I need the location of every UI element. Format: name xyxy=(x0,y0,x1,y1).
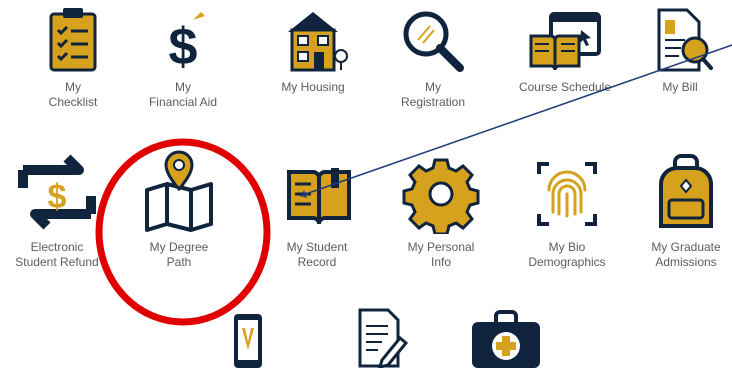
open-book-icon xyxy=(287,168,351,225)
tile-electronic-student-refund[interactable]: $ Electronic Student Refund xyxy=(2,150,112,270)
tile-mobile-app[interactable] xyxy=(218,312,278,376)
clipboard-checklist-icon xyxy=(49,8,97,72)
bill-search-icon xyxy=(657,8,713,72)
tile-label: My Bill xyxy=(662,80,698,94)
tile-my-graduate-admissions[interactable]: My Graduate Admissions xyxy=(640,150,732,270)
tile-label: My Registration xyxy=(400,80,466,109)
medical-kit-icon xyxy=(472,310,540,368)
tile-my-financial-aid[interactable]: $ My Financial Aid xyxy=(128,6,238,110)
tile-label: Electronic Student Refund xyxy=(15,240,99,269)
tile-my-bill[interactable]: My Bill xyxy=(630,6,730,95)
document-pencil-icon xyxy=(358,308,408,368)
tile-my-student-record[interactable]: My Student Record xyxy=(262,150,372,270)
tile-my-housing[interactable]: My Housing xyxy=(258,6,368,95)
tile-my-degree-path[interactable]: My Degree Path xyxy=(124,150,234,270)
tile-label: My Financial Aid xyxy=(148,80,218,109)
house-icon xyxy=(288,12,348,72)
tile-my-checklist[interactable]: My Checklist xyxy=(18,6,128,110)
book-screen-icon xyxy=(529,12,601,71)
gear-icon xyxy=(402,158,480,234)
tile-forms[interactable] xyxy=(350,306,410,374)
magnifying-glass-icon xyxy=(403,11,464,72)
tile-health[interactable] xyxy=(466,308,546,374)
dollar-sign-icon: $ xyxy=(169,12,205,74)
tile-label: Course Schedule xyxy=(518,80,612,94)
tile-label: My Graduate Admissions xyxy=(651,240,721,269)
phone-icon xyxy=(234,314,262,368)
svg-text:$: $ xyxy=(48,178,67,216)
tile-label: My Bio Demographics xyxy=(528,240,606,269)
tile-my-bio-demographics[interactable]: My Bio Demographics xyxy=(512,150,622,270)
backpack-icon xyxy=(659,154,713,228)
tile-label: My Student Record xyxy=(286,240,348,269)
fingerprint-icon xyxy=(537,162,597,226)
refund-arrows-icon: $ xyxy=(18,154,96,230)
tile-label: My Personal Info xyxy=(407,240,475,269)
tile-label: My Degree Path xyxy=(149,240,209,269)
tile-label: My Housing xyxy=(281,80,345,94)
tile-label: My Checklist xyxy=(48,80,98,109)
tile-my-registration[interactable]: My Registration xyxy=(378,6,488,110)
svg-text:$: $ xyxy=(169,18,198,74)
map-pin-icon xyxy=(145,150,213,232)
tile-my-personal-info[interactable]: My Personal Info xyxy=(386,150,496,270)
tile-course-schedule[interactable]: Course Schedule xyxy=(510,6,620,95)
